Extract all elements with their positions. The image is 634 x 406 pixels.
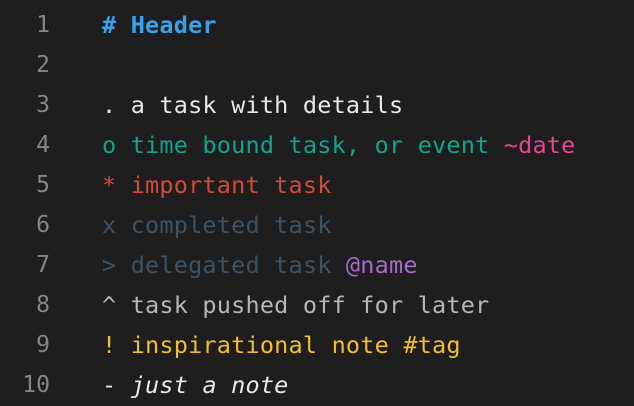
pushed-task-text: ^ task pushed off for later	[102, 291, 490, 319]
line-content[interactable]: x completed task	[102, 211, 332, 239]
line-number: 8	[36, 292, 50, 318]
line-number: 6	[36, 212, 50, 238]
line-content[interactable]: * important task	[102, 171, 332, 199]
editor-line-10[interactable]: 10 - just a note	[0, 365, 634, 405]
line-content[interactable]: > delegated task @name	[102, 251, 418, 279]
editor-line-6[interactable]: 6 x completed task	[0, 205, 634, 245]
line-content[interactable]: ^ task pushed off for later	[102, 291, 489, 319]
line-number: 1	[36, 12, 50, 38]
line-number: 9	[36, 332, 50, 358]
header-text: # Header	[102, 11, 217, 39]
editor-line-4[interactable]: 4 o time bound task, or event ~date	[0, 125, 634, 165]
date-token: ~date	[503, 131, 576, 159]
inspirational-note-text: ! inspirational note	[102, 331, 404, 359]
name-token: @name	[345, 251, 418, 279]
completed-task-text: x completed task	[102, 211, 332, 239]
line-number: 3	[36, 92, 50, 118]
task-text: . a task with details	[102, 91, 404, 119]
editor-line-5[interactable]: 5 * important task	[0, 165, 634, 205]
line-number: 4	[36, 132, 50, 158]
code-editor[interactable]: 1 # Header 2 3 . a task with details 4 o…	[0, 0, 634, 406]
event-text: o time bound task, or event	[102, 131, 504, 159]
note-bullet: -	[102, 371, 131, 399]
editor-line-3[interactable]: 3 . a task with details	[0, 85, 634, 125]
note-text: just a note	[130, 371, 289, 399]
line-number: 2	[36, 52, 50, 78]
line-content[interactable]: o time bound task, or event ~date	[102, 131, 576, 159]
editor-line-9[interactable]: 9 ! inspirational note #tag	[0, 325, 634, 365]
important-task-text: * important task	[102, 171, 332, 199]
editor-line-7[interactable]: 7 > delegated task @name	[0, 245, 634, 285]
editor-line-2[interactable]: 2	[0, 45, 634, 85]
line-number: 10	[22, 372, 50, 398]
line-content[interactable]: # Header	[102, 11, 217, 39]
line-content[interactable]: - just a note	[102, 371, 289, 399]
delegated-task-text: > delegated task	[102, 251, 346, 279]
editor-line-8[interactable]: 8 ^ task pushed off for later	[0, 285, 634, 325]
line-number: 5	[36, 172, 50, 198]
editor-line-1[interactable]: 1 # Header	[0, 5, 634, 45]
line-number: 7	[36, 252, 50, 278]
tag-token: #tag	[403, 331, 461, 359]
line-content[interactable]: . a task with details	[102, 91, 403, 119]
line-content[interactable]: ! inspirational note #tag	[102, 331, 461, 359]
